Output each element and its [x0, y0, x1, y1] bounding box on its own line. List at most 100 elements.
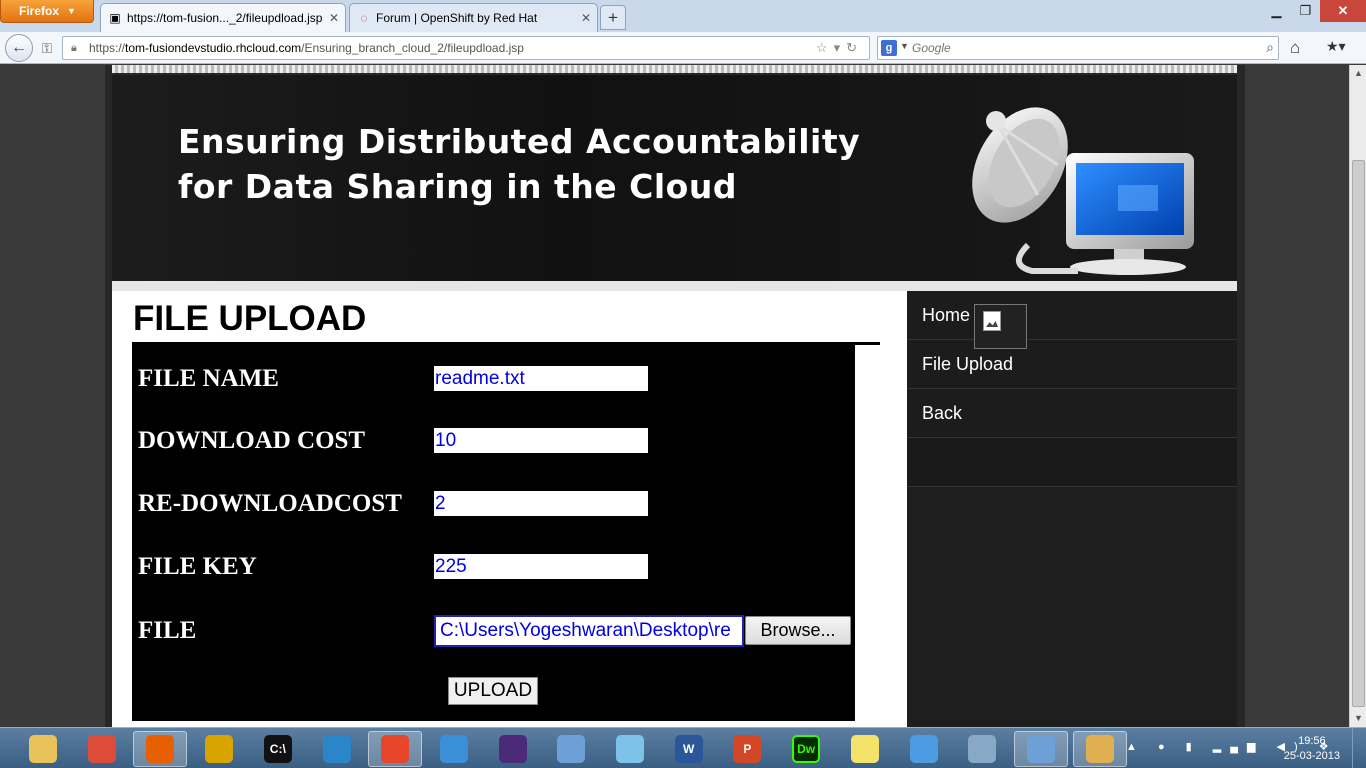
taskbar-button[interactable] [955, 731, 1009, 767]
itunes-icon [439, 735, 468, 763]
google-icon[interactable]: g [881, 40, 897, 56]
page-viewport: Ensuring Distributed Accountability for … [0, 65, 1349, 727]
powerpoint-icon: P [733, 735, 762, 763]
site-title-line1: Ensuring Distributed Accountability [178, 122, 861, 161]
taskbar-button[interactable]: P [720, 731, 774, 767]
scroll-up-icon[interactable]: ▲ [1350, 65, 1366, 82]
taskbar-button[interactable] [1072, 731, 1127, 767]
sticky-notes-icon [850, 735, 879, 763]
taskbar-button[interactable] [1013, 731, 1068, 767]
taskbar-button[interactable] [838, 731, 892, 767]
taskbar-button[interactable]: Dw [779, 731, 833, 767]
filezilla-icon [205, 735, 234, 763]
back-button[interactable]: ← [5, 34, 33, 62]
scrollbar-thumb[interactable] [1352, 160, 1365, 707]
redownload-cost-field[interactable]: 2 [434, 491, 648, 516]
tab-title: https://tom-fusion..._2/fileupdload.jsp [127, 11, 323, 25]
home-icon[interactable]: ⌂ [1290, 38, 1300, 58]
taskbar-button[interactable] [133, 731, 188, 767]
app-icon [322, 735, 351, 763]
maximize-icon[interactable]: ❐ [1291, 0, 1320, 22]
bookmarks-icon[interactable]: ★▾ [1326, 38, 1346, 55]
sidebar-item-label: Home [922, 305, 971, 325]
upload-form: FILE NAME readme.txt DOWNLOAD COST 10 RE… [132, 345, 855, 721]
taskbar-button[interactable]: W [662, 731, 716, 767]
scroll-down-icon[interactable]: ▼ [1350, 710, 1366, 727]
title-bar: Firefox ▼ ▣ https://tom-fusion..._2/file… [0, 0, 1366, 32]
site-title-line2: for Data Sharing in the Cloud [178, 167, 737, 206]
chevron-down-icon[interactable]: ▼ [900, 41, 909, 51]
firefox-icon [146, 735, 175, 763]
dreamweaver-icon: Dw [792, 735, 821, 763]
search-input[interactable] [912, 39, 1242, 57]
taskbar-button[interactable]: C:\ [251, 731, 305, 767]
sidebar-item-back[interactable]: Back [907, 389, 1237, 438]
sidebar-item-home[interactable]: Home [907, 291, 1237, 340]
taskbar-button[interactable] [192, 731, 246, 767]
url-bar[interactable]: 🔒︎ https://tom-fusiondevstudio.rhcloud.c… [62, 36, 870, 60]
vertical-scrollbar[interactable]: ▲ ▼ [1349, 65, 1366, 727]
git-icon [381, 735, 410, 763]
clock-time: 19:56 [1298, 735, 1326, 747]
chevron-down-icon: ▼ [67, 6, 76, 16]
taskbar: C:\ W P Dw ▲ ● ▮ ▂▄▆ ◀) ❖ 19:56 25-03-2013 [0, 727, 1366, 768]
file-name-field[interactable]: readme.txt [434, 366, 648, 391]
file-key-field[interactable]: 225 [434, 554, 648, 579]
virtualbox-running-icon [1026, 735, 1055, 763]
file-path-field[interactable]: C:\Users\Yogeshwaran\Desktop\re [434, 615, 744, 647]
taskbar-button[interactable] [75, 731, 129, 767]
openshift-icon: ◌ [360, 11, 368, 25]
firefox-menu-button[interactable]: Firefox ▼ [0, 0, 94, 23]
sidebar-item-file-upload[interactable]: File Upload [907, 340, 1237, 389]
page-icon: ▣ [109, 11, 121, 25]
file-key-label: FILE KEY [138, 553, 257, 580]
browse-button[interactable]: Browse... [745, 616, 851, 645]
satellite-dish-computer-icon [972, 107, 1194, 275]
navigation-toolbar: ← ⚿ 🔒︎ https://tom-fusiondevstudio.rhclo… [0, 32, 1366, 64]
taskbar-button[interactable] [16, 731, 70, 767]
taskbar-button[interactable] [310, 731, 364, 767]
window-close-icon[interactable]: ✕ [1320, 0, 1366, 22]
eclipse-icon [498, 735, 527, 763]
tab-title: Forum | OpenShift by Red Hat [376, 11, 538, 25]
taskbar-button[interactable] [368, 731, 423, 767]
taskbar-button[interactable] [603, 731, 657, 767]
paint-icon [1085, 735, 1114, 763]
tab-openshift-forum[interactable]: ◌ Forum | OpenShift by Red Hat ✕ [349, 3, 598, 32]
task-manager-icon [968, 735, 997, 763]
site-header: Ensuring Distributed Accountability for … [112, 75, 1237, 281]
page-title: FILE UPLOAD [133, 299, 367, 338]
site-title: Ensuring Distributed Accountability for … [178, 119, 860, 209]
clock-date: 25-03-2013 [1283, 750, 1340, 762]
firefox-menu-label: Firefox [19, 4, 60, 18]
taskbar-button[interactable] [897, 731, 951, 767]
taskbar-button[interactable] [544, 731, 598, 767]
sidebar-item-label: File Upload [922, 354, 1014, 374]
virtualbox-icon [557, 735, 586, 763]
file-label: FILE [138, 617, 197, 644]
url-prefix: https:// [89, 41, 126, 55]
upload-button[interactable]: UPLOAD [448, 677, 538, 705]
new-tab-button[interactable]: + [600, 5, 626, 30]
close-icon[interactable]: ✕ [581, 11, 591, 25]
sidebar-item-label: Back [922, 403, 963, 423]
search-icon[interactable]: ⌕ [1266, 39, 1274, 56]
taskbar-button[interactable] [486, 731, 540, 767]
taskbar-button[interactable] [427, 731, 481, 767]
clock[interactable]: 19:56 25-03-2013 [1284, 734, 1340, 764]
word-icon: W [674, 735, 703, 763]
show-desktop-button[interactable] [1352, 728, 1366, 768]
minimize-icon[interactable]: ▁ [1262, 0, 1291, 22]
site-identity-icon[interactable]: ⚿ [36, 38, 58, 58]
window-controls: ▁ ❐ ✕ [1262, 0, 1366, 22]
download-cost-field[interactable]: 10 [434, 428, 648, 453]
file-name-label: FILE NAME [138, 365, 279, 392]
search-bar[interactable]: g ▼ ⌕ [877, 36, 1279, 60]
control-panel-icon [909, 735, 938, 763]
notepad-icon [616, 735, 644, 763]
explorer-icon [29, 735, 57, 763]
lock-icon: 🔒︎ [71, 42, 77, 54]
close-icon[interactable]: ✕ [329, 11, 339, 25]
bookmark-star-icon[interactable]: ☆▾↻ [816, 37, 863, 59]
tab-fileupload[interactable]: ▣ https://tom-fusion..._2/fileupdload.js… [100, 3, 346, 32]
